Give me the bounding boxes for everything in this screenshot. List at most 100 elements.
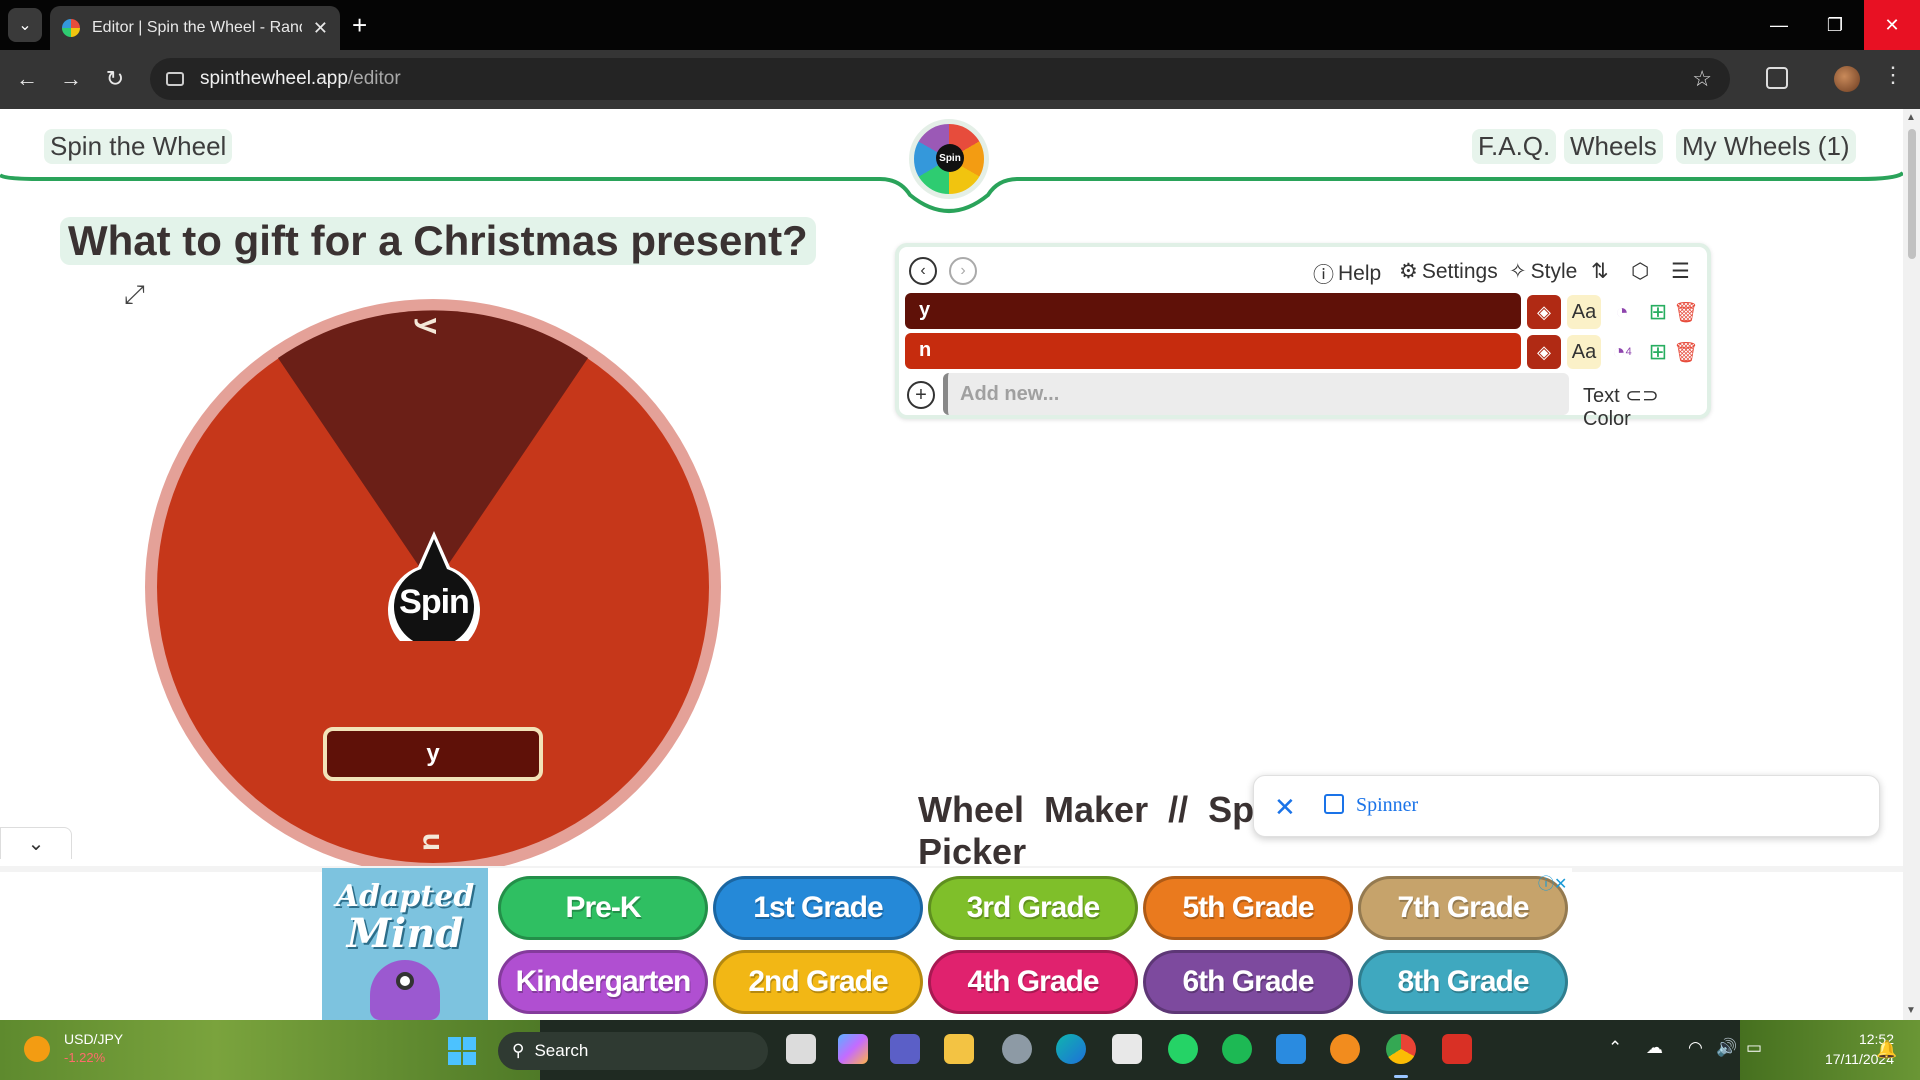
trash-icon[interactable]: 🗑 — [1669, 295, 1703, 329]
whatsapp-icon[interactable] — [1168, 1034, 1198, 1064]
browser-tab-active[interactable]: Editor | Spin the Wheel - Rando ✕ — [50, 6, 340, 50]
wheel-title[interactable]: What to gift for a Christmas present? — [60, 217, 816, 265]
url-host: spinthewheel.app — [200, 68, 348, 89]
trash-icon[interactable]: 🗑 — [1669, 335, 1703, 369]
new-tab-button[interactable]: + — [352, 10, 367, 40]
reload-button[interactable]: ↻ — [100, 64, 130, 94]
weight-pie-icon[interactable]: ◔ — [1605, 295, 1639, 329]
entry-text-field[interactable]: n — [905, 333, 1521, 369]
scroll-up-icon[interactable]: ▲ — [1906, 112, 1916, 123]
page-scrollbar[interactable]: ▲ ▼ — [1903, 109, 1920, 1020]
bulk-edit-button[interactable]: ☰ — [1671, 259, 1690, 284]
grade-button[interactable]: 3rd Grade — [928, 876, 1138, 940]
scroll-thumb[interactable] — [1908, 129, 1916, 259]
browser-menu-icon[interactable]: ⋮ — [1882, 62, 1904, 88]
paint-bucket-icon[interactable]: ◈ — [1527, 295, 1561, 329]
notification-bell-icon[interactable]: 🔔 — [1876, 1040, 1897, 1060]
close-icon[interactable]: ✕ — [1274, 792, 1296, 823]
spin-button[interactable]: Spin — [388, 531, 480, 657]
wheel-segment-label-y: y — [413, 317, 447, 335]
font-button[interactable]: Aa — [1567, 335, 1601, 369]
grade-button[interactable]: 4th Grade — [928, 950, 1138, 1014]
ticker-change: -1.22% — [64, 1050, 106, 1065]
site-info-icon[interactable] — [166, 72, 184, 86]
font-button[interactable]: Aa — [1567, 295, 1601, 329]
shuffle-dice-button[interactable]: ⬡ — [1631, 259, 1649, 284]
vscode-icon[interactable] — [1276, 1034, 1306, 1064]
spin-wheel[interactable]: y n Spin y — [145, 299, 721, 875]
collapse-chevron-icon[interactable]: ⌄ — [0, 827, 72, 859]
entry-text-field[interactable]: y — [905, 293, 1521, 329]
grade-button[interactable]: 6th Grade — [1143, 950, 1353, 1014]
tray-overflow-icon[interactable]: ⌃ — [1608, 1038, 1622, 1058]
entries-editor: ‹ › ⓘ Help ⚙ Settings ✧ Style ⇅ ⬡ ☰ y ◈ … — [895, 243, 1711, 430]
minimize-button[interactable]: — — [1751, 0, 1807, 50]
stocks-widget-icon[interactable] — [24, 1036, 50, 1062]
entry-row-1: y ◈ Aa ◔ ⊞ 🗑 — [905, 293, 1699, 329]
wifi-icon[interactable]: ◠ — [1688, 1038, 1703, 1058]
wps-office-icon[interactable] — [1442, 1034, 1472, 1064]
style-button[interactable]: ✧ Style — [1509, 259, 1577, 284]
wheel-segment-label-n: n — [413, 832, 447, 852]
site-brand-link[interactable]: Spin the Wheel — [44, 129, 233, 164]
text-color-toggle[interactable]: Text ⊂⊃ Color — [1583, 383, 1707, 431]
ad-logo[interactable]: Adapted Mind — [322, 868, 488, 1020]
nav-faq-link[interactable]: F.A.Q. — [1472, 129, 1557, 164]
site-logo[interactable]: Spin — [909, 119, 989, 199]
grade-button[interactable]: Kindergarten — [498, 950, 708, 1014]
nav-my-wheels-link[interactable]: My Wheels (1) — [1676, 129, 1856, 164]
tab-search-button[interactable]: ⌄ — [8, 8, 42, 42]
help-button[interactable]: ⓘ Help — [1313, 259, 1381, 289]
nav-wheels-link[interactable]: Wheels — [1564, 129, 1663, 164]
back-button[interactable]: ← — [12, 64, 42, 94]
shopping-label[interactable]: Spinner — [1356, 794, 1418, 817]
onedrive-icon[interactable]: ☁ — [1646, 1038, 1663, 1058]
ad-banner[interactable]: Adapted Mind Pre-K 1st Grade 3rd Grade 5… — [322, 868, 1572, 1020]
camera-icon[interactable] — [1002, 1034, 1032, 1064]
chrome-active-indicator — [1394, 1075, 1408, 1078]
weight-pie-icon[interactable]: ◔ 4 — [1605, 335, 1639, 369]
add-entry-icon[interactable]: + — [907, 381, 935, 409]
redo-button[interactable]: › — [949, 257, 977, 285]
site-header: Spin the Wheel Spin F.A.Q. Wheels My Whe… — [0, 109, 1903, 213]
bookmark-star-icon[interactable]: ☆ — [1692, 66, 1712, 92]
forward-button[interactable]: → — [56, 64, 86, 94]
grade-button[interactable]: 5th Grade — [1143, 876, 1353, 940]
blender-icon[interactable] — [1330, 1034, 1360, 1064]
volume-icon[interactable]: 🔊 — [1716, 1038, 1737, 1058]
grade-button[interactable]: 2nd Grade — [713, 950, 923, 1014]
extensions-icon[interactable] — [1766, 67, 1788, 89]
taskbar-search[interactable]: ⚲ Search — [498, 1032, 768, 1070]
edge-icon[interactable] — [1056, 1034, 1086, 1064]
ticker-name[interactable]: USD/JPY — [64, 1031, 123, 1047]
battery-icon[interactable]: ▭ — [1746, 1038, 1762, 1058]
task-view-icon[interactable] — [786, 1034, 816, 1064]
help-icon: ⓘ — [1313, 264, 1334, 287]
close-window-button[interactable]: ✕ — [1864, 0, 1920, 50]
address-bar[interactable]: spinthewheel.app/editor ☆ — [150, 58, 1730, 100]
teams-icon[interactable] — [890, 1034, 920, 1064]
undo-button[interactable]: ‹ — [909, 257, 937, 285]
profile-avatar[interactable] — [1834, 66, 1860, 92]
tab-close-icon[interactable]: ✕ — [313, 18, 328, 39]
grade-button[interactable]: 8th Grade — [1358, 950, 1568, 1014]
sort-button[interactable]: ⇅ — [1591, 259, 1609, 284]
restore-button[interactable]: ❐ — [1807, 0, 1863, 50]
windows-start-icon[interactable] — [448, 1037, 476, 1065]
grade-button[interactable]: 7th Grade — [1358, 876, 1568, 940]
fullscreen-expand-icon[interactable]: ⤢ — [124, 279, 145, 311]
file-explorer-icon[interactable] — [944, 1034, 974, 1064]
tab-title: Editor | Spin the Wheel - Rando — [92, 19, 302, 36]
chrome-icon[interactable] — [1386, 1034, 1416, 1064]
add-entry-input[interactable] — [943, 373, 1569, 415]
settings-button[interactable]: ⚙ Settings — [1399, 259, 1498, 284]
store-icon[interactable] — [1112, 1034, 1142, 1064]
spotify-icon[interactable] — [1222, 1034, 1252, 1064]
scroll-down-icon[interactable]: ▼ — [1906, 1005, 1916, 1016]
grade-button[interactable]: Pre-K — [498, 876, 708, 940]
paint-bucket-icon[interactable]: ◈ — [1527, 335, 1561, 369]
grade-button[interactable]: 1st Grade — [713, 876, 923, 940]
shopping-popup[interactable]: ✕ Spinner — [1253, 775, 1880, 837]
ad-choices-icon[interactable]: ⓘ✕ — [1538, 870, 1567, 894]
copilot-icon[interactable] — [838, 1034, 868, 1064]
